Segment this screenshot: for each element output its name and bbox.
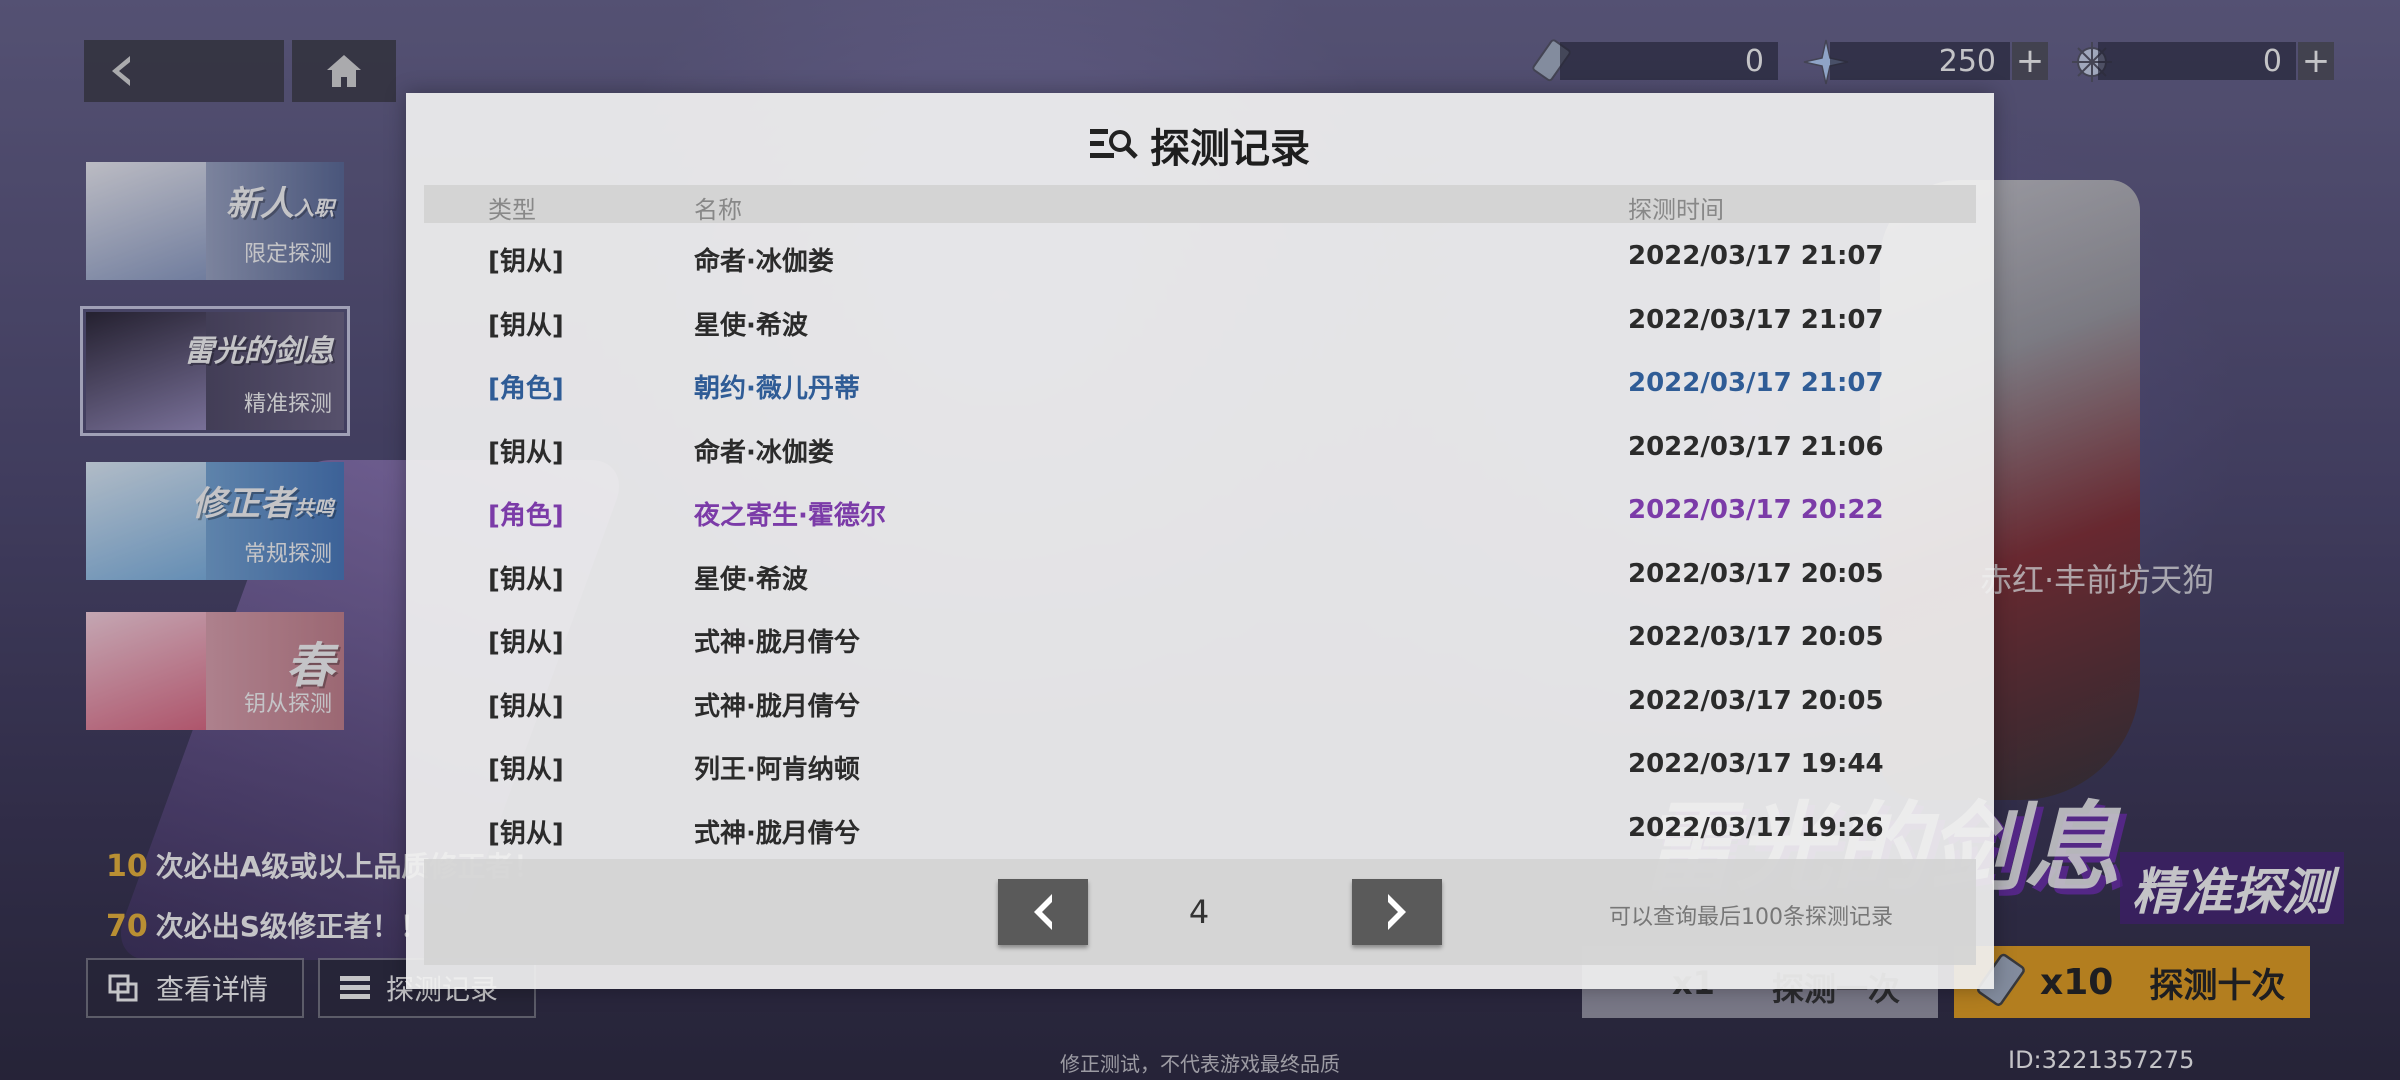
chevron-right-icon [1388, 894, 1406, 930]
row-type: [钥从] [488, 755, 564, 785]
row-name: 命者·冰伽娄 [694, 247, 834, 277]
table-row: [钥从] 星使·希波 2022/03/17 20:05 [424, 547, 1976, 603]
modal-title-text: 探测记录 [1150, 126, 1310, 172]
modal-title: 探测记录 [406, 115, 1994, 175]
row-type: [钥从] [488, 818, 564, 849]
record-modal: 探测记录 类型 名称 探测时间 [钥从] 命者·冰伽娄 2022/03/17 21:… [406, 93, 1994, 989]
column-time: 探测时间 [1628, 196, 1724, 224]
row-time: 2022/03/17 21:07 [1628, 304, 1884, 335]
row-name: 朝约·薇儿丹蒂 [694, 374, 860, 404]
row-time: 2022/03/17 20:05 [1628, 685, 1884, 716]
row-name: 星使·希波 [694, 310, 808, 341]
table-row: [角色] 夜之寄生·霍德尔 2022/03/17 20:22 [424, 483, 1976, 539]
row-time: 2022/03/17 21:07 [1628, 241, 1884, 271]
prev-page-button[interactable] [998, 879, 1088, 945]
row-name: 式神·胧月倩兮 [694, 818, 860, 849]
search-list-icon [1090, 129, 1138, 159]
row-type: [钥从] [488, 628, 564, 658]
row-type: [钥从] [488, 437, 564, 468]
row-type: [角色] [488, 501, 564, 531]
row-time: 2022/03/17 19:26 [1628, 812, 1884, 843]
column-name: 名称 [694, 196, 742, 224]
next-page-button[interactable] [1352, 879, 1442, 945]
row-time: 2022/03/17 21:07 [1628, 368, 1884, 398]
row-name: 命者·冰伽娄 [694, 437, 834, 468]
row-time: 2022/03/17 20:05 [1628, 558, 1884, 589]
chevron-left-icon [1034, 894, 1052, 930]
current-page: 4 [1188, 893, 1210, 931]
row-time: 2022/03/17 20:22 [1628, 495, 1884, 525]
pagination: 4 可以查询最后100条探测记录 [424, 859, 1976, 965]
row-name: 列王·阿肯纳顿 [694, 755, 860, 785]
row-name: 夜之寄生·霍德尔 [694, 501, 886, 531]
table-row: [钥从] 星使·希波 2022/03/17 21:07 [424, 293, 1976, 349]
row-type: [钥从] [488, 247, 564, 277]
table-row: [钥从] 命者·冰伽娄 2022/03/17 21:07 [424, 229, 1976, 285]
row-time: 2022/03/17 19:44 [1628, 749, 1884, 779]
row-name: 式神·胧月倩兮 [694, 628, 860, 658]
row-name: 式神·胧月倩兮 [694, 691, 860, 722]
row-type: [钥从] [488, 564, 564, 595]
record-limit-note: 可以查询最后100条探测记录 [1609, 905, 1893, 930]
column-type: 类型 [488, 196, 536, 224]
row-type: [钥从] [488, 691, 564, 722]
table-row: [钥从] 列王·阿肯纳顿 2022/03/17 19:44 [424, 737, 1976, 793]
row-name: 星使·希波 [694, 564, 808, 595]
table-row: [角色] 朝约·薇儿丹蒂 2022/03/17 21:07 [424, 356, 1976, 412]
table-row: [钥从] 命者·冰伽娄 2022/03/17 21:06 [424, 420, 1976, 476]
table-row: [钥从] 式神·胧月倩兮 2022/03/17 19:26 [424, 801, 1976, 857]
table-header: 类型 名称 探测时间 [424, 185, 1976, 224]
row-type: [角色] [488, 374, 564, 404]
row-type: [钥从] [488, 310, 564, 341]
row-time: 2022/03/17 21:06 [1628, 431, 1884, 462]
row-time: 2022/03/17 20:05 [1628, 622, 1884, 652]
table-row: [钥从] 式神·胧月倩兮 2022/03/17 20:05 [424, 610, 1976, 666]
table-row: [钥从] 式神·胧月倩兮 2022/03/17 20:05 [424, 674, 1976, 730]
